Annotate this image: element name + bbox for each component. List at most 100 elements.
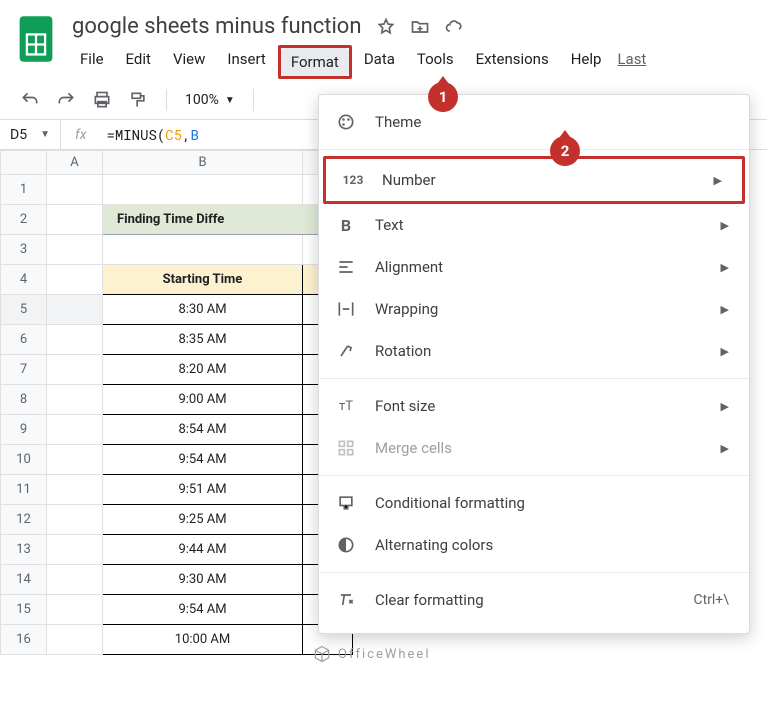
cell[interactable]	[47, 355, 103, 385]
clear-format-icon	[335, 589, 357, 611]
menubar: File Edit View Insert Format Data Tools …	[70, 41, 753, 79]
data-cell[interactable]: 9:54 AM	[103, 445, 303, 475]
menu-clear-shortcut: Ctrl+\	[693, 592, 729, 608]
undo-icon[interactable]	[20, 90, 40, 110]
cell[interactable]	[103, 235, 303, 265]
chevron-right-icon: ▶	[721, 400, 729, 413]
menu-clear[interactable]: Clear formatting Ctrl+\	[319, 579, 749, 621]
cell[interactable]	[47, 265, 103, 295]
name-box[interactable]: D5 ▼	[0, 127, 60, 143]
cell[interactable]	[47, 175, 103, 205]
wrap-icon	[335, 298, 357, 320]
cell[interactable]	[47, 475, 103, 505]
menu-format[interactable]: Format	[281, 48, 349, 76]
move-folder-icon[interactable]	[410, 17, 430, 37]
menu-rotation[interactable]: Rotation ▶	[319, 330, 749, 372]
menu-data[interactable]: Data	[354, 45, 405, 79]
data-cell[interactable]: 9:00 AM	[103, 385, 303, 415]
row-header[interactable]: 6	[1, 325, 47, 355]
row-header[interactable]: 16	[1, 625, 47, 655]
rotation-icon	[335, 340, 357, 362]
zoom-select[interactable]: 100% ▼	[185, 92, 235, 108]
formula-input[interactable]: =MINUS(C5,B	[100, 125, 204, 144]
menu-help[interactable]: Help	[561, 45, 612, 79]
menu-separator	[319, 475, 749, 476]
row-header[interactable]: 12	[1, 505, 47, 535]
cell[interactable]	[47, 565, 103, 595]
print-icon[interactable]	[92, 90, 112, 110]
conditional-icon	[335, 492, 357, 514]
palette-icon	[335, 111, 357, 133]
data-cell[interactable]: 8:35 AM	[103, 325, 303, 355]
row-header[interactable]: 5	[1, 295, 47, 325]
row-header[interactable]: 11	[1, 475, 47, 505]
cell[interactable]	[47, 625, 103, 655]
row-header[interactable]: 7	[1, 355, 47, 385]
cell[interactable]	[47, 325, 103, 355]
col-header-A[interactable]: A	[47, 151, 103, 175]
cell[interactable]	[47, 385, 103, 415]
menu-fontsize-label: Font size	[375, 397, 703, 415]
data-cell[interactable]: 8:30 AM	[103, 295, 303, 325]
cell[interactable]	[47, 505, 103, 535]
sheets-logo-icon[interactable]	[14, 10, 58, 68]
row-header[interactable]: 1	[1, 175, 47, 205]
cell[interactable]	[47, 205, 103, 235]
formula-arg1: C5	[165, 125, 182, 144]
data-cell[interactable]: 9:25 AM	[103, 505, 303, 535]
name-box-value: D5	[10, 127, 27, 143]
menu-text[interactable]: B Text ▶	[319, 204, 749, 246]
menu-alignment-label: Alignment	[375, 258, 703, 276]
menu-last-edit[interactable]: Last	[613, 45, 650, 79]
cell[interactable]	[47, 415, 103, 445]
menu-number[interactable]: 123 Number ▶	[326, 159, 742, 201]
col-header-B[interactable]: B	[103, 151, 303, 175]
app-header: google sheets minus function File Edit V…	[0, 0, 767, 79]
menu-tools[interactable]: Tools	[407, 45, 464, 79]
doc-title[interactable]: google sheets minus function	[72, 14, 362, 39]
menu-alternating[interactable]: Alternating colors	[319, 524, 749, 566]
data-cell[interactable]: 9:30 AM	[103, 565, 303, 595]
menu-insert[interactable]: Insert	[217, 45, 275, 79]
menu-theme-label: Theme	[375, 113, 729, 131]
row-header[interactable]: 8	[1, 385, 47, 415]
menu-wrapping[interactable]: Wrapping ▶	[319, 288, 749, 330]
data-cell[interactable]: 9:44 AM	[103, 535, 303, 565]
paint-format-icon[interactable]	[128, 90, 148, 110]
menu-fontsize[interactable]: тT Font size ▶	[319, 385, 749, 427]
row-header[interactable]: 14	[1, 565, 47, 595]
menu-alternating-label: Alternating colors	[375, 536, 729, 554]
menu-conditional[interactable]: Conditional formatting	[319, 482, 749, 524]
row-header[interactable]: 2	[1, 205, 47, 235]
data-cell[interactable]: 8:54 AM	[103, 415, 303, 445]
row-header[interactable]: 15	[1, 595, 47, 625]
data-cell[interactable]: 10:00 AM	[103, 625, 303, 655]
data-cell[interactable]: 9:51 AM	[103, 475, 303, 505]
data-cell[interactable]: 9:54 AM	[103, 595, 303, 625]
menu-theme[interactable]: Theme	[319, 101, 749, 143]
star-icon[interactable]	[376, 17, 396, 37]
cloud-status-icon[interactable]	[444, 17, 464, 37]
row-header[interactable]: 9	[1, 415, 47, 445]
column-header-cell[interactable]: Starting Time	[103, 265, 303, 295]
sheet-title-cell[interactable]: Finding Time Diffe	[103, 205, 353, 235]
menu-extensions[interactable]: Extensions	[466, 45, 559, 79]
menu-view[interactable]: View	[163, 45, 215, 79]
cell[interactable]	[103, 175, 303, 205]
cell[interactable]	[47, 595, 103, 625]
row-header[interactable]: 3	[1, 235, 47, 265]
cell[interactable]	[47, 535, 103, 565]
data-cell[interactable]: 8:20 AM	[103, 355, 303, 385]
menu-edit[interactable]: Edit	[116, 45, 161, 79]
select-all-corner[interactable]	[1, 151, 47, 175]
row-header[interactable]: 10	[1, 445, 47, 475]
watermark-text: OfficeWheel	[338, 647, 430, 662]
cell[interactable]	[47, 445, 103, 475]
cell[interactable]	[47, 235, 103, 265]
redo-icon[interactable]	[56, 90, 76, 110]
row-header[interactable]: 4	[1, 265, 47, 295]
menu-file[interactable]: File	[70, 45, 114, 79]
menu-alignment[interactable]: Alignment ▶	[319, 246, 749, 288]
cell[interactable]	[47, 295, 103, 325]
row-header[interactable]: 13	[1, 535, 47, 565]
